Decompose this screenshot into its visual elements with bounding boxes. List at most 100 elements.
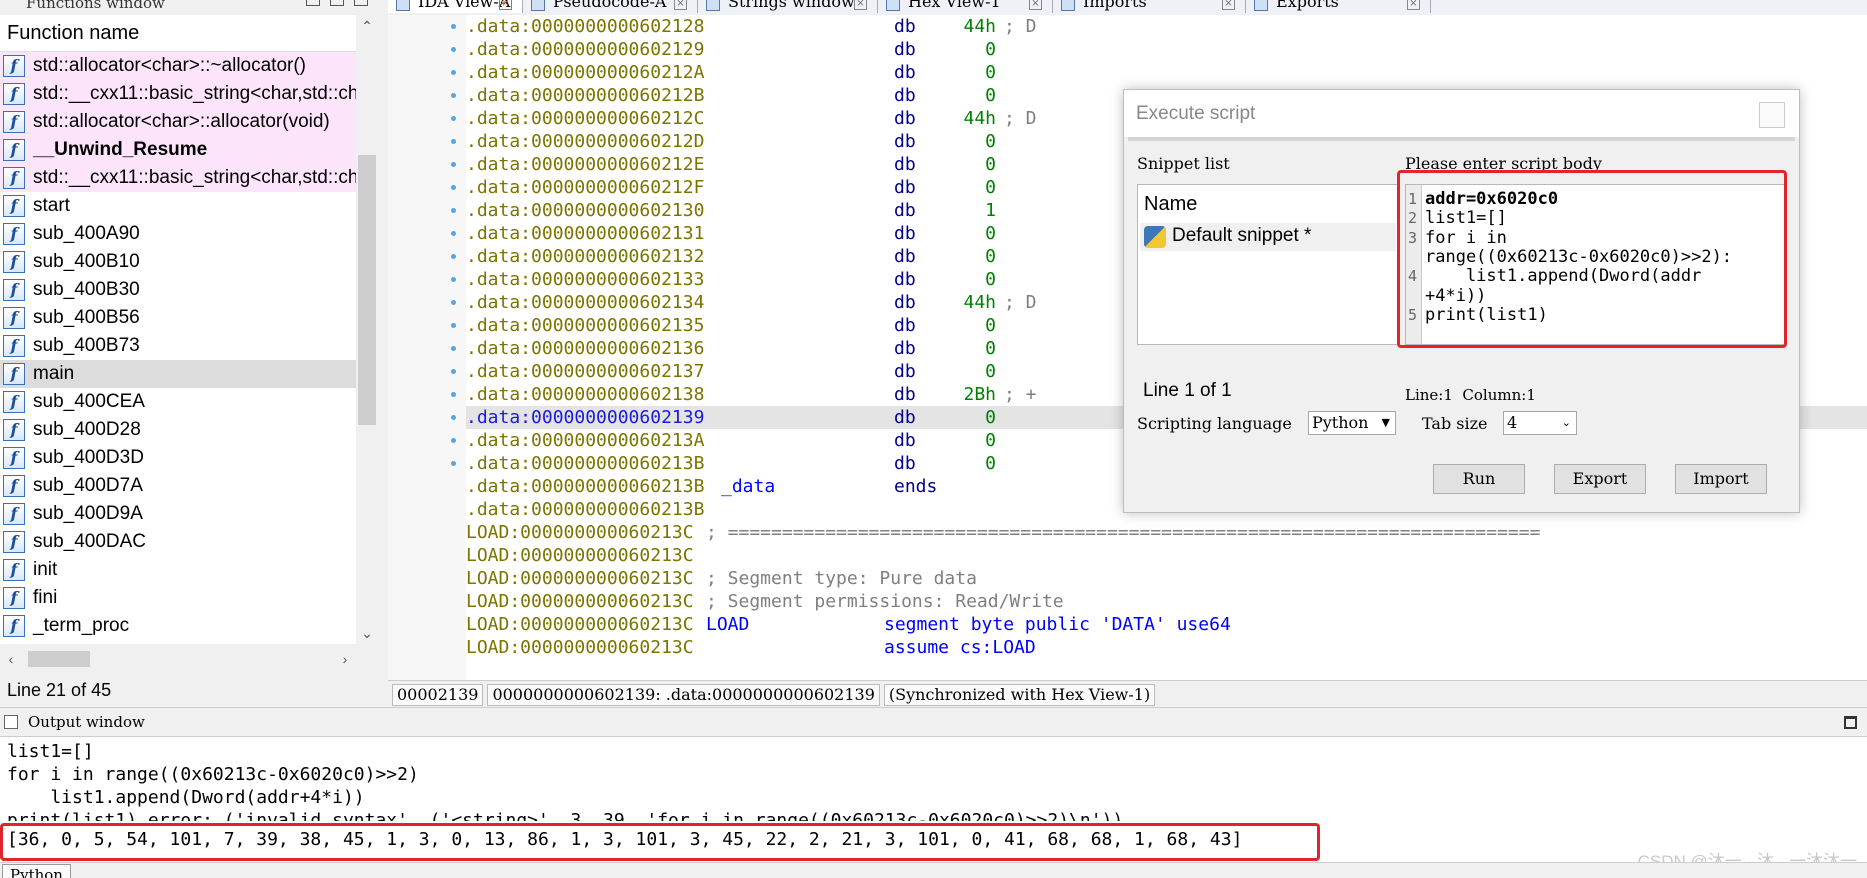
import-button[interactable]: Import [1675, 464, 1767, 494]
output-line: for i in range((0x60213c-0x6020c0)>>2) [7, 764, 419, 785]
tab-icon [531, 0, 545, 11]
function-list-item[interactable]: f sub_400B30 [0, 276, 356, 304]
snippet-name-header[interactable]: Name [1144, 193, 1197, 216]
tab-imports[interactable]: Imports × [1053, 0, 1246, 13]
functions-window-title: Functions window [26, 0, 165, 12]
line-address: .data:000000000060212D [466, 131, 705, 152]
breakpoint-dot-icon [451, 70, 456, 75]
snippet-item-default[interactable]: Default snippet * [1140, 223, 1396, 251]
function-list-item[interactable]: f std::__cxx11::basic_string<char,std::ch… [0, 164, 356, 192]
snippet-list-label: Snippet list [1137, 154, 1230, 173]
function-list-item[interactable]: f sub_400D9A [0, 500, 356, 528]
disasm-line[interactable]: LOAD:000000000060213C assume cs:LOAD [466, 636, 1867, 659]
status-address: 0000000000602139: .data:0000000000602139 [487, 684, 880, 706]
result-highlight-box [0, 823, 1320, 861]
function-name: fini [33, 587, 58, 608]
tab-hex-view-1[interactable]: Hex View-1 × [878, 0, 1053, 13]
window-close-icon[interactable] [354, 0, 368, 6]
disasm-line[interactable]: .data:000000000060212A db 0 [466, 61, 1867, 84]
mnemonic: db [894, 154, 916, 175]
scroll-up-icon[interactable]: ⌃ [356, 15, 378, 37]
mnemonic: db [894, 177, 916, 198]
function-list-item[interactable]: f sub_400A90 [0, 220, 356, 248]
scripting-language-select[interactable]: Python ▼ [1308, 411, 1396, 435]
disasm-line[interactable]: LOAD:000000000060213C ; Segment type: Pur… [466, 567, 1867, 590]
disasm-line[interactable]: LOAD:000000000060213C ; =================… [466, 521, 1867, 544]
tab-size-label: Tab size [1422, 414, 1488, 433]
scroll-down-icon[interactable]: ⌄ [356, 622, 378, 644]
tab-size-select[interactable]: 4 ⌄ [1503, 411, 1577, 435]
run-button[interactable]: Run [1433, 464, 1525, 494]
vscroll-thumb[interactable] [358, 155, 376, 425]
function-list-item[interactable]: f sub_400B10 [0, 248, 356, 276]
tab-close-icon[interactable]: × [854, 0, 867, 10]
function-icon: f [3, 615, 25, 637]
function-list-vscrollbar[interactable]: ⌃ ⌄ [356, 15, 378, 644]
function-list-item[interactable]: f std::__cxx11::basic_string<char,std::ch… [0, 80, 356, 108]
function-list-item[interactable]: f sub_400DAC [0, 528, 356, 556]
scroll-left-icon[interactable]: ‹ [0, 648, 22, 670]
function-list-item[interactable]: f sub_400B56 [0, 304, 356, 332]
export-button[interactable]: Export [1554, 464, 1646, 494]
snippet-list[interactable]: Name Default snippet * [1137, 184, 1399, 345]
tab-close-icon[interactable]: × [1222, 0, 1235, 10]
function-icon: f [3, 307, 25, 329]
mnemonic: db [894, 338, 916, 359]
tab-pseudocode-a[interactable]: Pseudocode-A × [523, 0, 698, 13]
tab-icon [396, 0, 410, 11]
output-window[interactable]: Output window list1=[] for i in range((0… [0, 707, 1867, 878]
breakpoint-dot-icon [451, 93, 456, 98]
hscroll-thumb[interactable] [28, 651, 90, 667]
function-list-item[interactable]: f main [0, 360, 356, 388]
line-address: .data:000000000060212E [466, 154, 705, 175]
function-list-item[interactable]: f std::allocator<char>::~allocator() [0, 52, 356, 80]
function-list[interactable]: Function name f std::allocator<char>::~al… [0, 15, 357, 644]
disasm-line[interactable]: .data:0000000000602129 db 0 [466, 38, 1867, 61]
function-list-item[interactable]: f sub_400D3D [0, 444, 356, 472]
dialog-titlebar[interactable]: Execute script [1124, 90, 1799, 137]
breakpoint-dot-icon [451, 346, 456, 351]
function-list-hscrollbar[interactable]: ‹ › [0, 648, 356, 670]
function-list-item[interactable]: f _term_proc [0, 612, 356, 640]
window-float-icon[interactable] [330, 0, 344, 6]
snippet-item-label: Default snippet * [1172, 225, 1312, 246]
tab-exports[interactable]: Exports × [1246, 0, 1431, 13]
function-list-item[interactable]: f start [0, 192, 356, 220]
window-restore-icon[interactable] [306, 0, 320, 6]
tab-strings-window[interactable]: Strings window × [698, 0, 878, 13]
disasm-line[interactable]: LOAD:000000000060213C [466, 544, 1867, 567]
tab-close-icon[interactable]: × [674, 0, 687, 10]
function-list-item[interactable]: f sub_400CEA [0, 388, 356, 416]
cli-language-button[interactable]: Python [2, 864, 71, 878]
function-name: std::__cxx11::basic_string<char,std::cha [33, 167, 356, 188]
mnemonic: db [894, 131, 916, 152]
function-name-column-header[interactable]: Function name [0, 15, 356, 52]
line-address: .data:0000000000602132 [466, 246, 705, 267]
maximize-icon[interactable] [1844, 716, 1857, 729]
function-list-item[interactable]: f __Unwind_Resume [0, 136, 356, 164]
breakpoint-dot-icon [451, 208, 456, 213]
dialog-close-icon[interactable] [1759, 102, 1785, 128]
disasm-line[interactable]: LOAD:000000000060213C ; Segment permissio… [466, 590, 1867, 613]
breakpoint-dot-icon [451, 461, 456, 466]
function-list-item[interactable]: f sub_400D28 [0, 416, 356, 444]
chevron-down-icon: ⌄ [1561, 416, 1571, 429]
tab-ida-view-a[interactable]: IDA View-A × [388, 0, 523, 13]
cursor-position: Line:1 Column:1 [1405, 386, 1536, 404]
operand: 0 [985, 269, 996, 290]
line-address: .data:0000000000602135 [466, 315, 705, 336]
function-list-item[interactable]: f init [0, 556, 356, 584]
tab-close-icon[interactable]: × [499, 0, 512, 10]
function-list-item[interactable]: f fini [0, 584, 356, 612]
tab-close-icon[interactable]: × [1029, 0, 1042, 10]
tab-close-icon[interactable]: × [1407, 0, 1420, 10]
function-list-item[interactable]: f sub_400B73 [0, 332, 356, 360]
function-name: std::allocator<char>::allocator(void) [33, 111, 330, 132]
scroll-right-icon[interactable]: › [334, 648, 356, 670]
disasm-line[interactable]: .data:0000000000602128 db 44h ; D [466, 15, 1867, 38]
function-list-item[interactable]: f std::allocator<char>::allocator(void) [0, 108, 356, 136]
function-icon: f [3, 391, 25, 413]
line-address: .data:000000000060213B [466, 476, 705, 497]
function-list-item[interactable]: f sub_400D7A [0, 472, 356, 500]
disasm-line[interactable]: LOAD:000000000060213C LOAD segment byte pu… [466, 613, 1867, 636]
